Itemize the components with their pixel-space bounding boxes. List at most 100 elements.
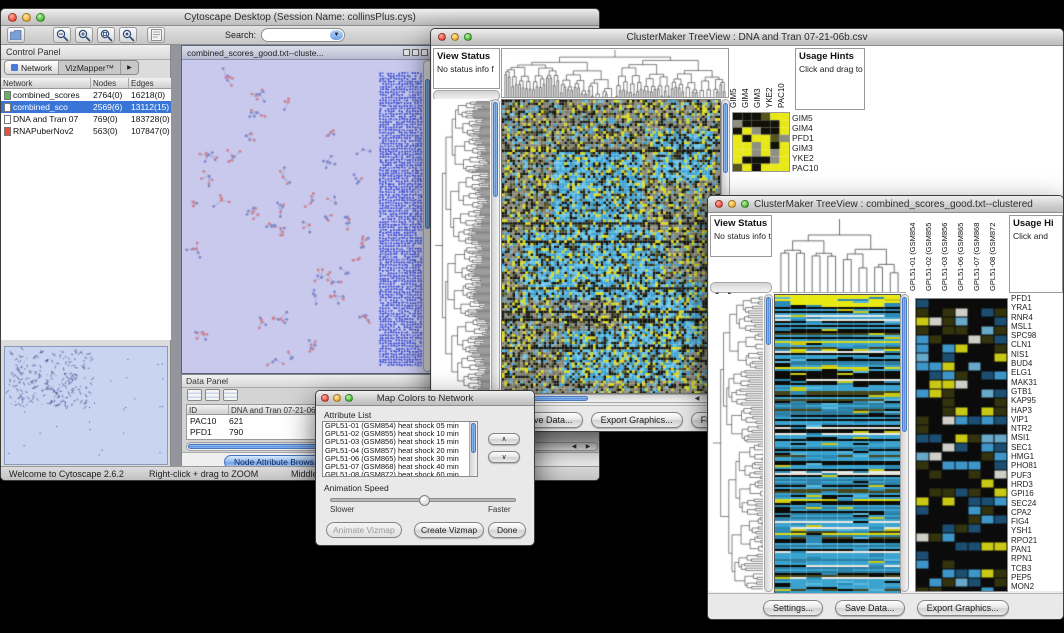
gene-label[interactable]: HMG1: [1011, 452, 1063, 461]
close-button[interactable]: [715, 200, 723, 208]
row-dendrogram-scrollbar[interactable]: [764, 294, 773, 592]
annotation-icon[interactable]: [147, 27, 165, 43]
attribute-list-item[interactable]: GPL51-01 (GSM854) heat shock 05 min: [323, 422, 469, 430]
gene-label[interactable]: RPO21: [1011, 536, 1063, 545]
search-combobox[interactable]: ▼: [261, 28, 345, 42]
treeview-button[interactable]: Save Data...: [835, 600, 905, 616]
attribute-matrix-icon[interactable]: [223, 389, 238, 401]
attribute-list-item[interactable]: GPL51-04 (GSM857) heat shock 20 min: [323, 447, 469, 455]
open-session-icon[interactable]: [7, 27, 25, 43]
gene-label[interactable]: NTR2: [1011, 424, 1063, 433]
col-id[interactable]: ID: [187, 405, 229, 414]
column-label[interactable]: GIM5: [729, 48, 739, 108]
treeview-dna-titlebar[interactable]: ClusterMaker TreeView : DNA and Tran 07-…: [431, 29, 1063, 46]
done-button[interactable]: Done: [488, 522, 526, 538]
gene-label[interactable]: FIG4: [1011, 517, 1063, 526]
global-overview-canvas[interactable]: [732, 112, 790, 172]
zoom-selected-icon[interactable]: [119, 27, 137, 43]
gene-label[interactable]: GIM4: [792, 123, 834, 133]
gene-label[interactable]: GPI16: [1011, 489, 1063, 498]
gene-label[interactable]: PFD1: [792, 133, 834, 143]
row-dendrogram-scrollbar[interactable]: [491, 99, 500, 392]
scroll-left-icon[interactable]: ◀: [692, 395, 702, 404]
attribute-list-item[interactable]: GPL51-06 (GSM865) heat shock 30 min: [323, 455, 469, 463]
column-label[interactable]: GIM4: [741, 48, 751, 108]
zoom-button[interactable]: [741, 200, 749, 208]
status-mini-scrollbar[interactable]: ◀ ▶: [710, 282, 772, 293]
gene-label[interactable]: PHO81: [1011, 461, 1063, 470]
frame-close-icon[interactable]: [421, 49, 428, 56]
gene-label[interactable]: PAC10: [792, 163, 834, 173]
gene-label[interactable]: SEC24: [1011, 499, 1063, 508]
column-dendrogram-canvas[interactable]: [773, 215, 906, 293]
cytoscape-titlebar[interactable]: Cytoscape Desktop (Session Name: collins…: [1, 9, 599, 26]
gene-label[interactable]: VIP1: [1011, 415, 1063, 424]
column-label[interactable]: YKE2: [765, 48, 775, 108]
dropdown-arrow-icon[interactable]: ▼: [330, 30, 343, 40]
scroll-left-icon[interactable]: ◀: [569, 443, 579, 452]
column-label[interactable]: GPL51-07 (GSM868: [972, 215, 988, 291]
treeview-button[interactable]: Export Graphics...: [917, 600, 1009, 616]
gene-label[interactable]: HAP3: [1011, 406, 1063, 415]
treeview-combined-titlebar[interactable]: ClusterMaker TreeView : combined_scores_…: [708, 196, 1063, 213]
minimize-button[interactable]: [728, 200, 736, 208]
network-table-row[interactable]: combined_scores 2764(0) 16218(0): [1, 89, 171, 101]
column-label[interactable]: GPL51-03 (GSM856: [940, 215, 956, 291]
treeview-button[interactable]: Settings...: [763, 600, 823, 616]
zoom-heatmap-canvas[interactable]: [915, 298, 1008, 592]
gene-label[interactable]: HRD3: [1011, 480, 1063, 489]
tab-network[interactable]: Network: [5, 61, 58, 74]
scrollbar-thumb[interactable]: [471, 423, 476, 453]
network-table-row[interactable]: combined_sco 2569(6) 13112(15): [1, 101, 171, 113]
gene-label[interactable]: CPA2: [1011, 508, 1063, 517]
gene-label[interactable]: PFD1: [1011, 294, 1063, 303]
network-table-row[interactable]: RNAPuberNov2 563(0) 107847(0): [1, 125, 171, 137]
gene-label[interactable]: MAK31: [1011, 378, 1063, 387]
gene-label[interactable]: MSL1: [1011, 322, 1063, 331]
gene-label[interactable]: MON2: [1011, 582, 1063, 591]
heatmap-vscrollbar[interactable]: [900, 294, 909, 592]
scrollbar-thumb[interactable]: [493, 102, 498, 197]
zoom-out-icon[interactable]: [53, 27, 71, 43]
gene-label[interactable]: GTB1: [1011, 387, 1063, 396]
attribute-list-item[interactable]: GPL51-08 (GSM872) heat shock 60 min: [323, 471, 469, 477]
gene-label[interactable]: PEP5: [1011, 573, 1063, 582]
gene-label[interactable]: SPC98: [1011, 331, 1063, 340]
scrollbar-thumb[interactable]: [902, 297, 907, 432]
network-table-row[interactable]: DNA and Tran 07 769(0) 183728(0): [1, 113, 171, 125]
heatmap-canvas[interactable]: [774, 294, 901, 594]
scroll-right-icon[interactable]: ▶: [583, 443, 593, 452]
column-label[interactable]: GPL51-06 (GSM865: [956, 215, 972, 291]
col-nodes[interactable]: Nodes: [91, 78, 129, 88]
row-dendrogram-canvas[interactable]: [434, 99, 490, 392]
attribute-list-item[interactable]: GPL51-07 (GSM868) heat shock 40 min: [323, 463, 469, 471]
column-label[interactable]: GIM3: [753, 48, 763, 108]
select-attributes-icon[interactable]: [187, 389, 202, 401]
slider-thumb[interactable]: [419, 495, 430, 506]
move-down-button[interactable]: ∨: [488, 451, 520, 463]
gene-label[interactable]: RPN1: [1011, 554, 1063, 563]
animation-speed-slider[interactable]: [330, 498, 516, 502]
gene-label[interactable]: CLN1: [1011, 340, 1063, 349]
zoom-in-icon[interactable]: [75, 27, 93, 43]
frame-minimize-icon[interactable]: [403, 49, 410, 56]
dialog-titlebar[interactable]: Map Colors to Network: [316, 391, 534, 406]
create-vizmap-button[interactable]: Create Vizmap: [414, 522, 484, 538]
treeview-button[interactable]: Export Graphics...: [591, 412, 683, 428]
create-attribute-icon[interactable]: [205, 389, 220, 401]
zoom-fit-icon[interactable]: [97, 27, 115, 43]
attribute-list-scrollbar[interactable]: [469, 422, 477, 476]
gene-label[interactable]: SEC1: [1011, 443, 1063, 452]
col-network[interactable]: Network: [1, 78, 91, 88]
gene-label[interactable]: PAN1: [1011, 545, 1063, 554]
gene-label[interactable]: YRA1: [1011, 303, 1063, 312]
column-label[interactable]: GPL51-02 (GSM855: [924, 215, 940, 291]
gene-label[interactable]: YKE2: [792, 153, 834, 163]
column-label[interactable]: GPL51-08 (GSM872: [988, 215, 1004, 291]
frame-maximize-icon[interactable]: [412, 49, 419, 56]
gene-label[interactable]: TCB3: [1011, 564, 1063, 573]
gene-label[interactable]: PUF3: [1011, 471, 1063, 480]
col-edges[interactable]: Edges: [129, 78, 171, 88]
gene-label[interactable]: GIM5: [792, 113, 834, 123]
gene-label[interactable]: ELG1: [1011, 368, 1063, 377]
